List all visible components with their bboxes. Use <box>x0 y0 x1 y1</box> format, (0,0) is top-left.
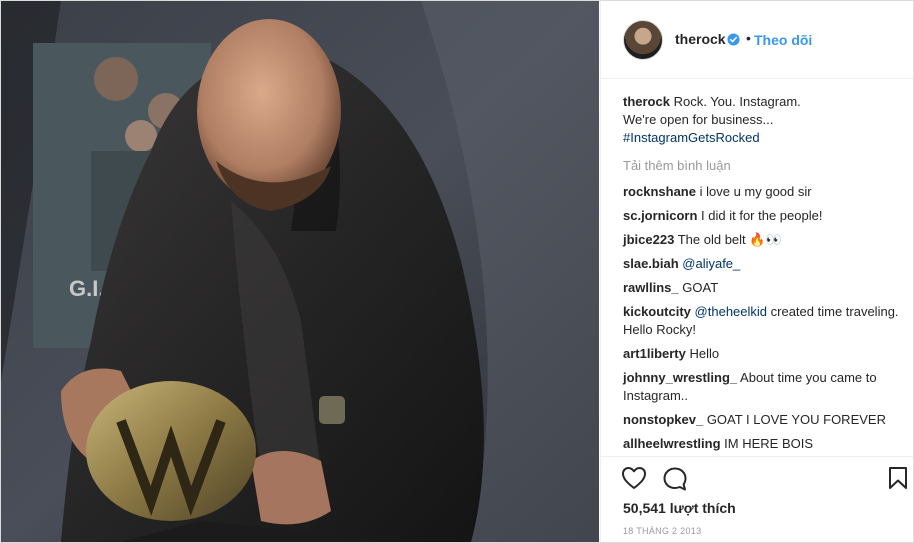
comment-text: GOAT I LOVE YOU FOREVER <box>706 412 886 427</box>
comment-text: The old belt 🔥👀 <box>677 232 782 247</box>
comment-item: johnny_wrestling_ About time you came to… <box>623 369 903 405</box>
separator-dot: • <box>746 30 751 46</box>
comment-username[interactable]: sc.jornicorn <box>623 208 697 223</box>
comment-bubble-icon[interactable] <box>662 466 688 492</box>
comment-item: kickoutcity @theheelkid created time tra… <box>623 303 903 339</box>
comment-mention[interactable]: @aliyafe_ <box>682 256 740 271</box>
avatar[interactable] <box>623 20 663 60</box>
comment-item: rawllins_ GOAT <box>623 279 903 297</box>
comment-item: nonstopkev_ GOAT I LOVE YOU FOREVER <box>623 411 903 429</box>
comment-mention[interactable]: @theheelkid <box>695 304 767 319</box>
comment-username[interactable]: johnny_wrestling_ <box>623 370 737 385</box>
comment-username[interactable]: allheelwrestling <box>623 436 721 451</box>
post-photo[interactable]: G.I.J <box>1 1 599 542</box>
header-username[interactable]: therock <box>675 31 726 47</box>
comment-text: Hello <box>689 346 720 361</box>
comment-username[interactable]: art1liberty <box>623 346 686 361</box>
comment-item: rocknshane i love u my good sir <box>623 183 903 201</box>
comment-username[interactable]: slae.biah <box>623 256 679 271</box>
post-sidebar: therock • Theo dõi therock Rock. You. In… <box>600 1 913 542</box>
comment-username[interactable]: jbice223 <box>623 232 674 247</box>
comment-username[interactable]: kickoutcity <box>623 304 691 319</box>
comment-item: jbice223 The old belt 🔥👀 <box>623 231 903 249</box>
verified-badge-icon <box>727 33 740 46</box>
comment-text: IM HERE BOIS <box>724 436 814 451</box>
post-caption: therock Rock. You. Instagram. We're open… <box>623 93 903 147</box>
comment-item: art1liberty Hello <box>623 345 903 363</box>
comment-text: i love u my good sir <box>699 184 812 199</box>
post-actions: 50,541 lượt thích 18 THÁNG 2 2013 <box>601 456 913 542</box>
post-header: therock • Theo dõi <box>601 1 913 79</box>
comment-item: slae.biah @aliyafe_ <box>623 255 903 273</box>
caption-hashtag[interactable]: #InstagramGetsRocked <box>623 129 903 147</box>
heart-icon[interactable] <box>621 466 647 490</box>
post-dialog: G.I.J therock • Theo dõi therock Rock. Y… <box>0 0 914 543</box>
caption-line-1: Rock. You. Instagram. <box>673 94 801 109</box>
photo-illustration: G.I.J <box>1 1 599 542</box>
follow-button[interactable]: Theo dõi <box>754 32 812 48</box>
comment-username[interactable]: rocknshane <box>623 184 696 199</box>
likes-count[interactable]: 50,541 lượt thích <box>623 500 736 516</box>
comment-text: I did it for the people! <box>701 208 823 223</box>
caption-line-2: We're open for business... <box>623 112 774 127</box>
comment-item: sc.jornicorn I did it for the people! <box>623 207 903 225</box>
comments-area: therock Rock. You. Instagram. We're open… <box>623 93 903 459</box>
post-date[interactable]: 18 THÁNG 2 2013 <box>623 526 701 536</box>
comment-item: allheelwrestling IM HERE BOIS <box>623 435 903 453</box>
comment-text: GOAT <box>682 280 719 295</box>
caption-username[interactable]: therock <box>623 94 670 109</box>
bookmark-icon[interactable] <box>888 466 908 490</box>
comment-username[interactable]: rawllins_ <box>623 280 679 295</box>
load-more-comments-link[interactable]: Tải thêm bình luận <box>623 157 903 175</box>
comment-username[interactable]: nonstopkev_ <box>623 412 703 427</box>
